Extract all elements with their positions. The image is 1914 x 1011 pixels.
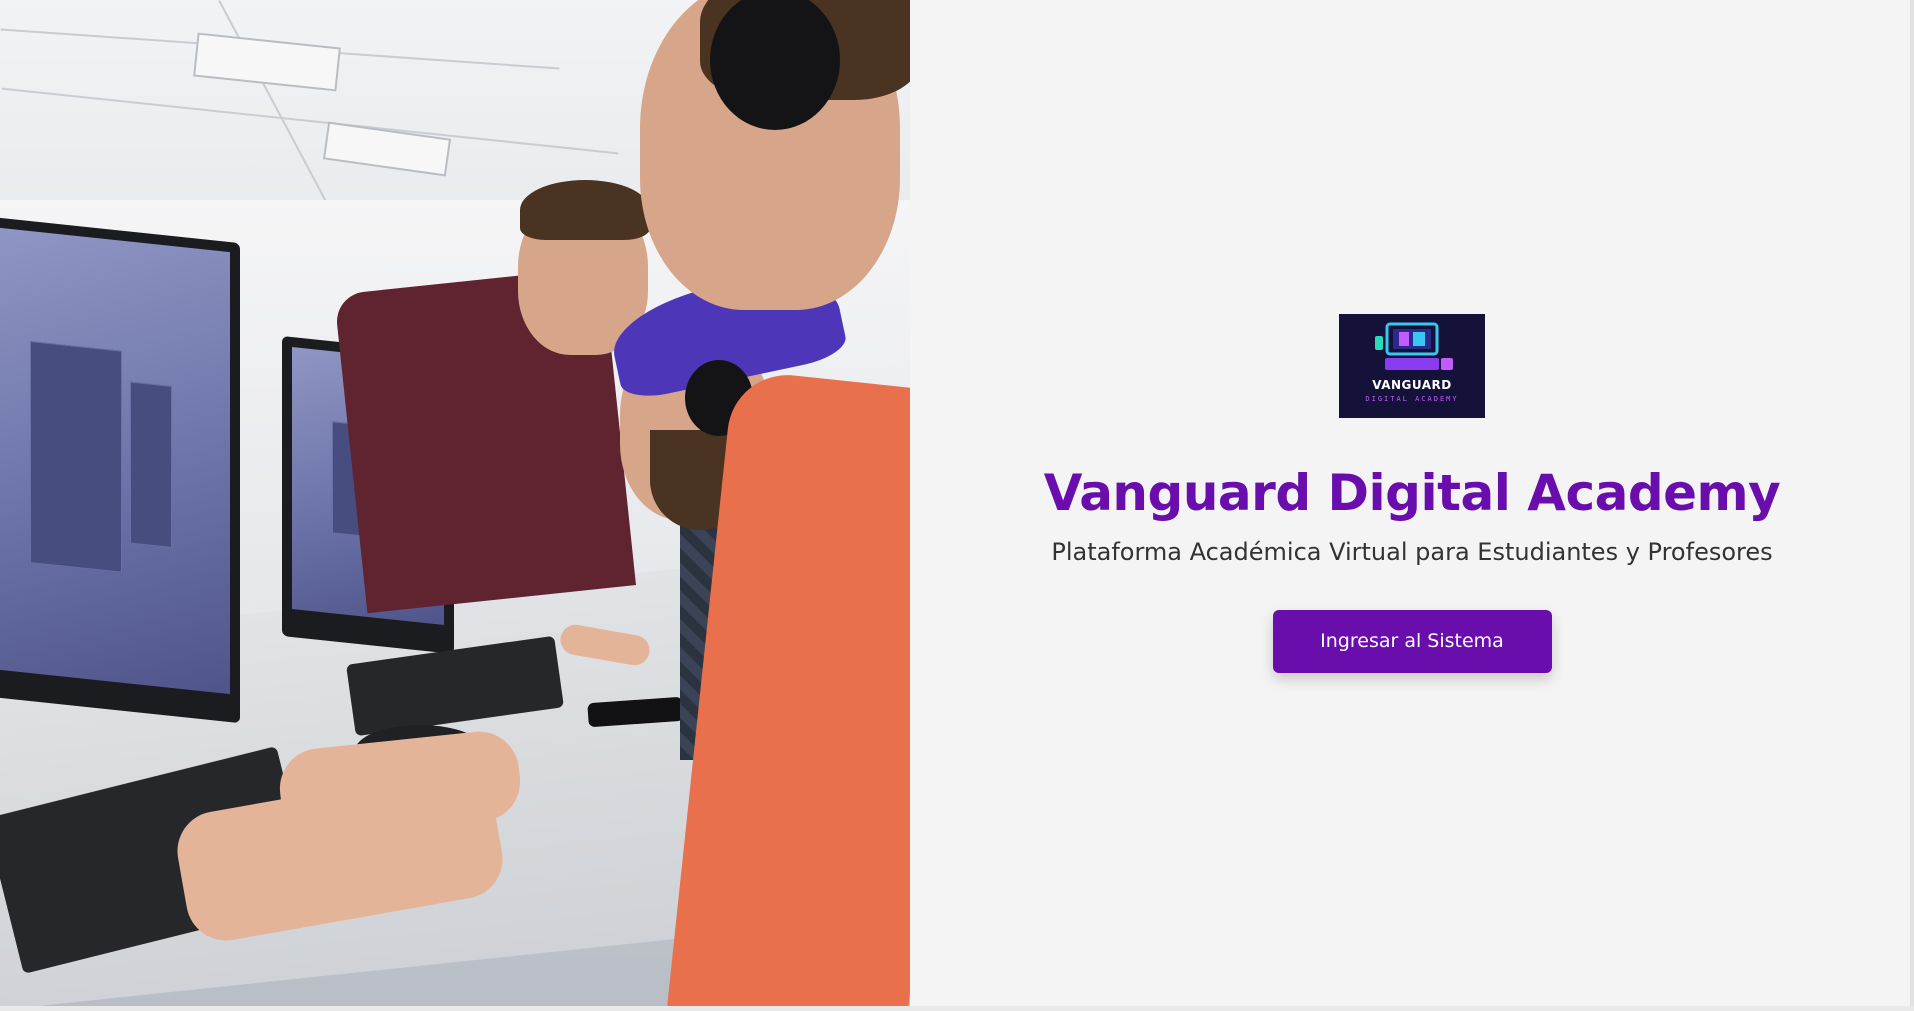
logo-wordmark: VANGUARD (1372, 377, 1452, 392)
academy-logo: VANGUARD DIGITAL ACADEMY (1339, 313, 1485, 418)
page-bottom-strip (0, 1006, 1914, 1011)
landing-page: VANGUARD DIGITAL ACADEMY Vanguard Digita… (0, 0, 1914, 1011)
logo-tagline: DIGITAL ACADEMY (1365, 394, 1459, 403)
hero-content: VANGUARD DIGITAL ACADEMY Vanguard Digita… (910, 0, 1914, 1006)
page-subtitle: Plataforma Académica Virtual para Estudi… (1051, 537, 1773, 566)
login-button[interactable]: Ingresar al Sistema (1272, 609, 1552, 673)
page-title: Vanguard Digital Academy (1043, 463, 1781, 522)
hero-photo (0, 0, 910, 1006)
photo-monitor-left (0, 216, 240, 724)
page-edge (1910, 0, 1914, 1011)
